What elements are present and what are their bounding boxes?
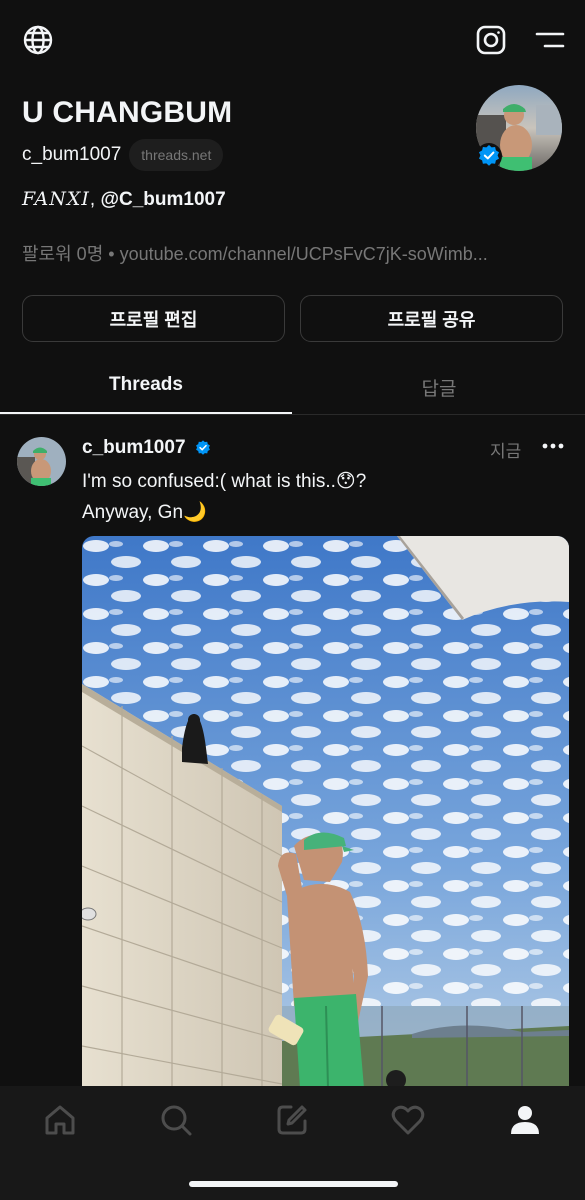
post-text-line: I'm so confused:( what is this..😯? xyxy=(82,471,367,492)
bio-mention-link[interactable]: @C_bum1007 xyxy=(100,189,225,210)
post-username[interactable]: c_bum1007 xyxy=(82,437,186,459)
profile-link[interactable]: youtube.com/channel/UCPsFvC7jK-soWimb... xyxy=(120,244,488,264)
share-profile-button[interactable]: 프로필 공유 xyxy=(300,295,563,342)
profile-name: U CHANGBUM xyxy=(22,96,233,129)
heart-icon[interactable] xyxy=(391,1103,425,1137)
profile-icon[interactable] xyxy=(508,1103,542,1137)
followers-count[interactable]: 팔로워 0명 xyxy=(22,244,103,264)
profile-bio: FANXI, @C_bum1007 xyxy=(22,188,226,211)
home-icon[interactable] xyxy=(43,1103,77,1137)
post-image[interactable] xyxy=(82,536,569,1088)
tab-replies[interactable]: 답글 xyxy=(293,374,585,402)
compose-icon[interactable] xyxy=(275,1103,309,1137)
verified-badge-icon xyxy=(195,440,210,455)
bio-separator: , xyxy=(89,189,101,210)
verified-badge-icon xyxy=(476,143,502,169)
more-options-icon[interactable] xyxy=(541,436,565,456)
edit-profile-button[interactable]: 프로필 편집 xyxy=(22,295,285,342)
domain-badge[interactable]: threads.net xyxy=(129,139,224,171)
home-indicator xyxy=(189,1181,398,1187)
bio-fancy-text: FANXI xyxy=(22,188,90,210)
post-text-line: Anyway, Gn🌙 xyxy=(82,502,207,523)
profile-handle: c_bum1007 xyxy=(22,144,122,165)
search-icon[interactable] xyxy=(159,1103,193,1137)
post-timestamp: 지금 xyxy=(490,442,522,461)
menu-icon[interactable] xyxy=(533,28,565,52)
profile-meta-row: 팔로워 0명 • youtube.com/channel/UCPsFvC7jK-… xyxy=(22,240,562,266)
tab-threads[interactable]: Threads xyxy=(0,374,292,402)
post-header: c_bum1007 xyxy=(82,435,212,461)
handle-row: c_bum1007 threads.net xyxy=(22,138,224,172)
top-bar xyxy=(0,0,585,80)
tab-divider xyxy=(0,414,585,415)
post-text: I'm so confused:( what is this..😯? Anywa… xyxy=(82,466,366,528)
instagram-icon[interactable] xyxy=(475,24,507,56)
post-avatar[interactable] xyxy=(17,437,66,486)
globe-icon[interactable] xyxy=(22,24,54,56)
meta-separator: • xyxy=(103,244,120,264)
